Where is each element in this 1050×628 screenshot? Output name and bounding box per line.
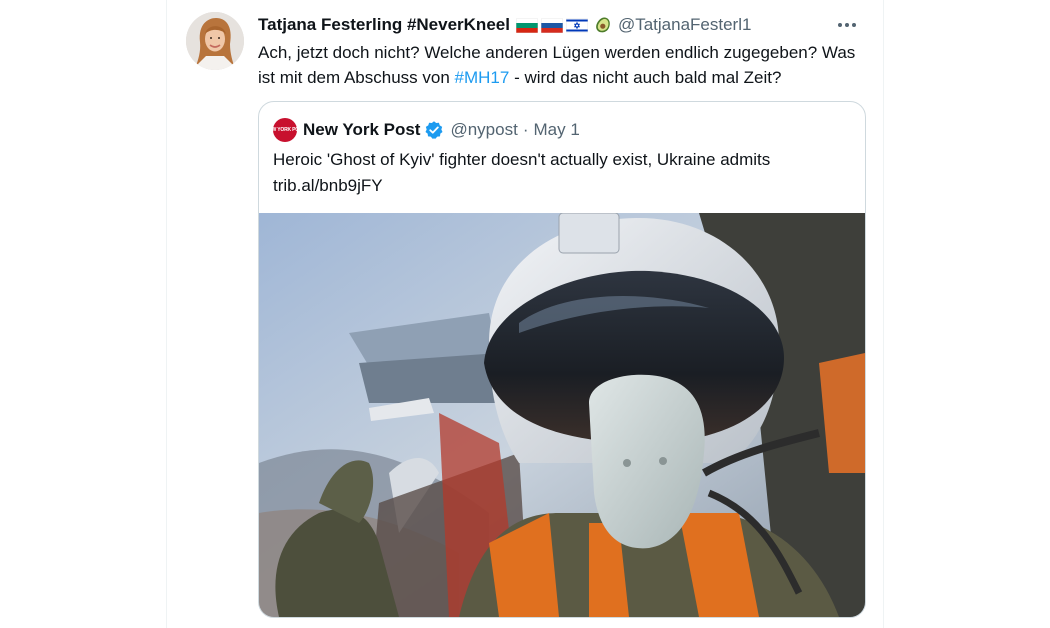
fighter-pilot-photo[interactable] [259, 213, 865, 617]
russia-flag-icon [540, 17, 563, 33]
more-options-icon[interactable] [830, 13, 864, 37]
tweet-text-part2: - wird das nicht auch bald mal Zeit? [509, 68, 782, 87]
quoted-link[interactable]: trib.al/bnb9jFY [273, 173, 853, 199]
quoted-text-line1: Heroic 'Ghost of Kyiv' fighter doesn't a… [273, 150, 771, 169]
quoted-author-name[interactable]: New York Post [303, 120, 420, 140]
hashtag-link[interactable]: #MH17 [455, 68, 510, 87]
verified-badge-icon [424, 120, 444, 140]
nypost-logo-text: NEW YORK POST [265, 126, 305, 133]
bulgaria-flag-icon [515, 17, 538, 33]
tweet-header: Tatjana Festerling #NeverKneel @TatjanaF… [258, 13, 868, 37]
nypost-logo-avatar[interactable]: NEW YORK POST [265, 118, 305, 142]
quoted-tweet-date[interactable]: May 1 [534, 120, 580, 140]
quoted-tweet-text: Heroic 'Ghost of Kyiv' fighter doesn't a… [273, 147, 853, 199]
timeline-column: Tatjana Festerling #NeverKneel @TatjanaF… [166, 0, 884, 628]
avatar[interactable] [186, 12, 244, 70]
tweet-text: Ach, jetzt doch nicht? Welche anderen Lü… [258, 40, 868, 90]
avocado-icon [594, 16, 612, 34]
author-display-name[interactable]: Tatjana Festerling #NeverKneel [258, 15, 510, 35]
tweet[interactable]: Tatjana Festerling #NeverKneel @TatjanaF… [167, 0, 883, 628]
quoted-author-handle: @nypost [450, 120, 518, 139]
author-handle[interactable]: @TatjanaFesterl1 [618, 15, 752, 35]
separator-dot: · [522, 120, 529, 139]
flag-emojis [515, 17, 588, 33]
quoted-tweet-header: NEW YORK POST New York Post @nypost · Ma… [265, 118, 580, 142]
israel-flag-icon [565, 17, 588, 33]
quoted-tweet-card[interactable]: NEW YORK POST New York Post @nypost · Ma… [258, 101, 866, 618]
